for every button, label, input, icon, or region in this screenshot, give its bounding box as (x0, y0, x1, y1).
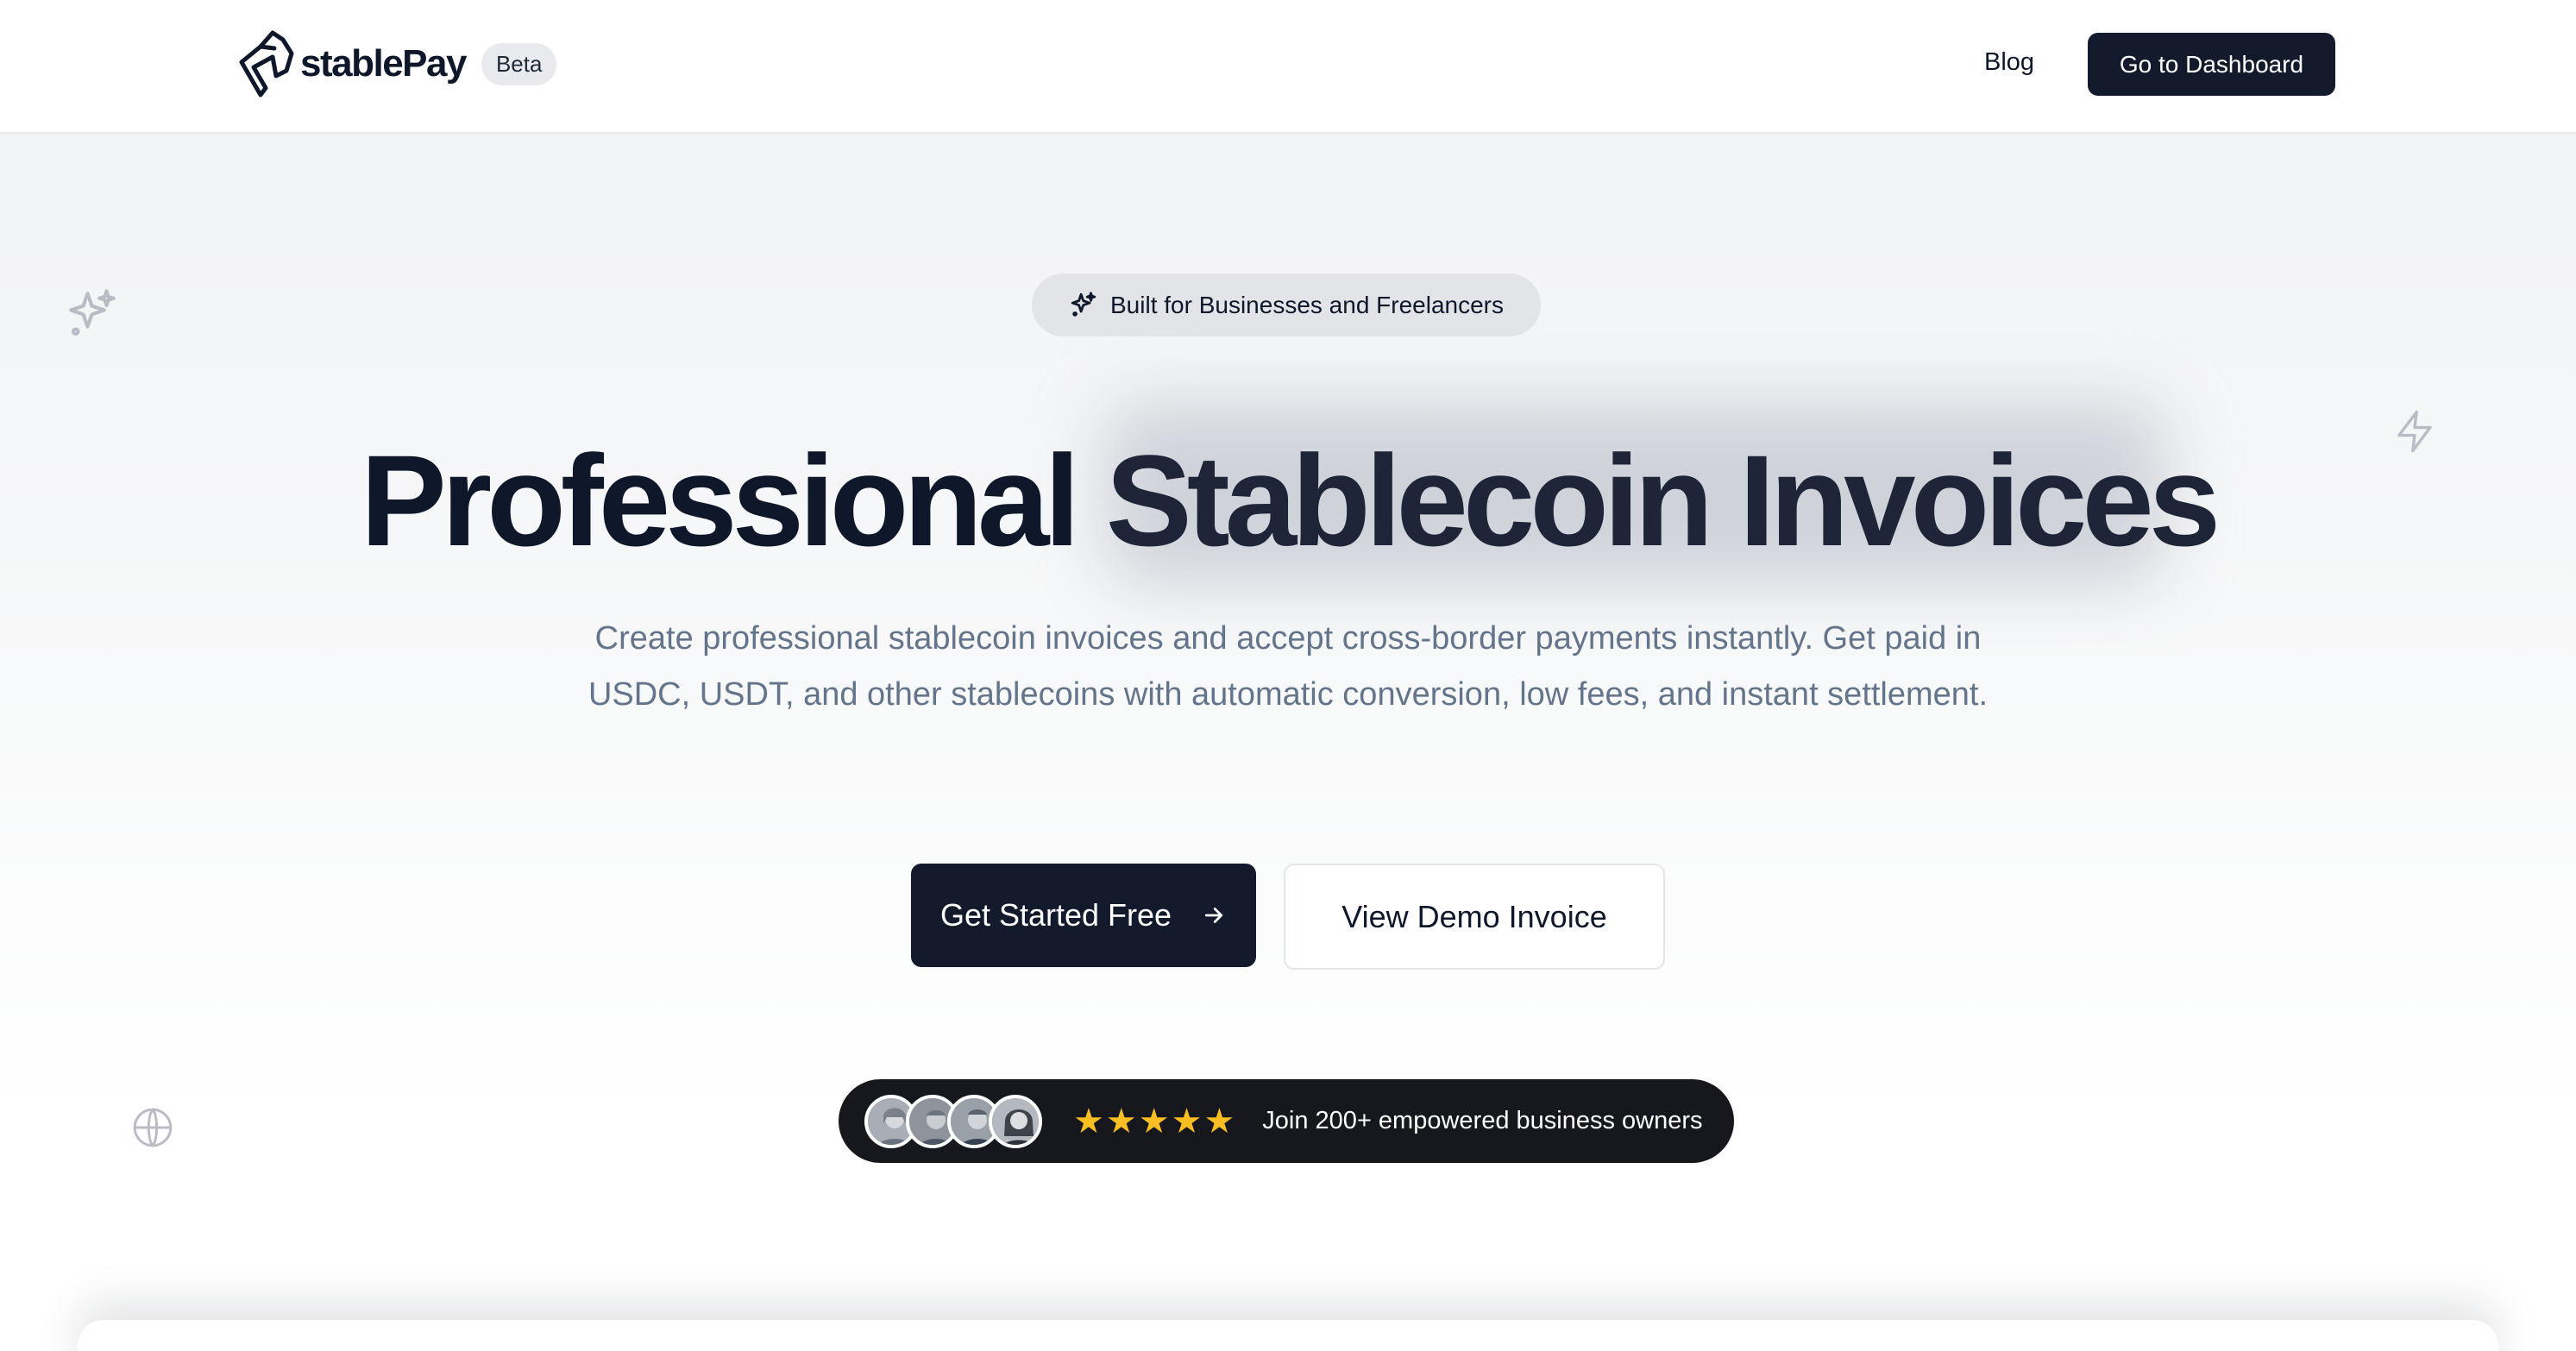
audience-pill: Built for Businesses and Freelancers (1032, 273, 1541, 336)
sparkles-icon (1071, 291, 1096, 317)
go-to-dashboard-button[interactable]: Go to Dashboard (2088, 33, 2335, 96)
hero-subcopy: Create professional stablecoin invoices … (587, 620, 1989, 713)
view-demo-invoice-button[interactable]: View Demo Invoice (1284, 864, 1665, 970)
get-started-button[interactable]: Get Started Free (911, 864, 1256, 967)
headline-part-1: Professional (360, 428, 1106, 573)
preview-card-edge (78, 1320, 2498, 1351)
landing-page: stablePay Beta Blog Go to Dashboard Buil… (0, 0, 2576, 1351)
brand[interactable]: stablePay Beta (235, 28, 557, 100)
headline-part-2: Stablecoin Invoices (1105, 428, 2221, 573)
cta-row: Get Started Free View Demo Invoice (0, 864, 2576, 970)
social-proof-bar: ★★★★★ Join 200+ empowered business owner… (839, 1079, 1734, 1163)
sparkles-icon (69, 289, 116, 336)
pill-text: Built for Businesses and Freelancers (1110, 291, 1504, 318)
globe-icon (133, 1107, 173, 1148)
avatar (989, 1094, 1042, 1148)
brand-name: stablePay (300, 42, 467, 85)
rating-stars: ★★★★★ (1073, 1102, 1237, 1140)
get-started-label: Get Started Free (939, 897, 1172, 933)
avatar-group (864, 1094, 1042, 1148)
social-proof-text: Join 200+ empowered business owners (1262, 1107, 1703, 1134)
arrow-right-icon (1204, 908, 1223, 923)
beta-badge: Beta (481, 42, 557, 85)
hero-headline: Professional Stablecoin Invoices (0, 423, 2576, 578)
logo-icon (239, 30, 294, 97)
site-header: stablePay Beta Blog Go to Dashboard (0, 0, 2576, 134)
nav-link-blog[interactable]: Blog (1984, 48, 2034, 77)
